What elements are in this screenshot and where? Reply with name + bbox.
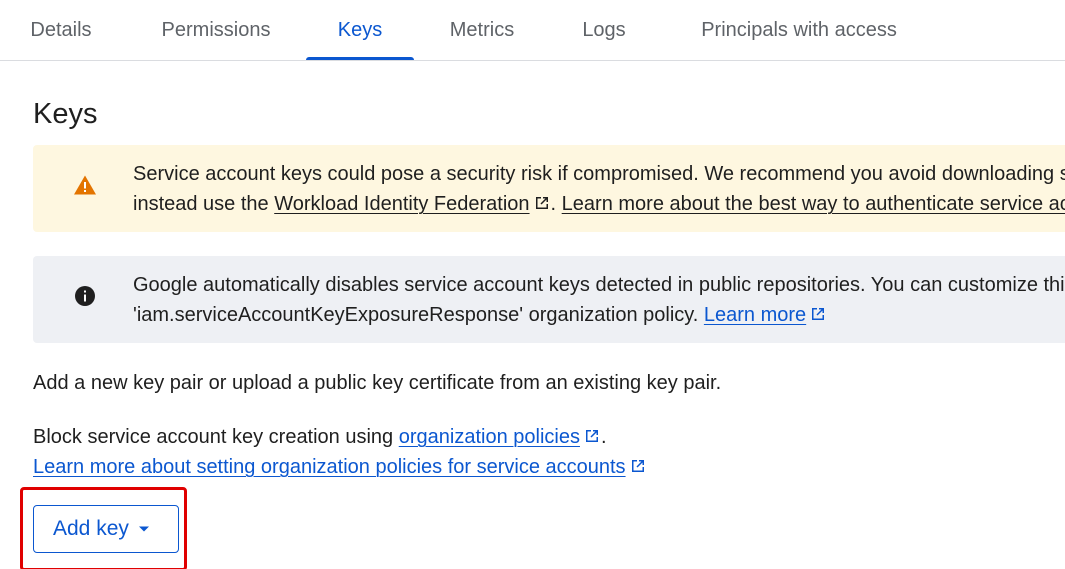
tab-keys[interactable]: Keys (306, 0, 414, 60)
block-text-prefix: Block service account key creation using (33, 426, 399, 448)
info-text: Google automatically disables service ac… (133, 270, 1065, 330)
tab-metrics[interactable]: Metrics (430, 0, 534, 60)
learn-best-way-authenticate-link[interactable]: Learn more about the best way to authent… (562, 193, 1065, 215)
tab-bar: Details Permissions Keys Metrics Logs Pr… (0, 0, 1065, 61)
learn-org-policies-link[interactable]: Learn more about setting organization po… (33, 456, 626, 478)
security-warning-banner: Service account keys could pose a securi… (33, 145, 1065, 232)
warning-line-2-separator: . (550, 193, 562, 215)
external-link-icon (812, 308, 825, 320)
tab-logs[interactable]: Logs (562, 0, 646, 60)
learn-best-way-authenticate-label: Learn more about the best way to authent… (561, 193, 1065, 215)
add-key-label: Add key (53, 517, 129, 540)
info-icon (73, 284, 97, 308)
tab-principals-with-access[interactable]: Principals with access (672, 0, 926, 60)
workload-identity-federation-label: Workload Identity Federation (274, 193, 530, 215)
external-link-icon (631, 460, 644, 472)
block-text-suffix: . (600, 426, 607, 448)
info-line-2: 'iam.serviceAccountKeyExposureResponse' … (133, 300, 1065, 330)
external-link-icon (535, 197, 548, 209)
learn-org-policies-label: Learn more about setting organization po… (33, 456, 626, 478)
organization-policies-link[interactable]: organization policies (399, 426, 580, 448)
learn-more-label: Learn more (703, 304, 807, 326)
service-account-keys-page: Details Permissions Keys Metrics Logs Pr… (0, 0, 1065, 569)
warning-line-1: Service account keys could pose a securi… (133, 163, 1065, 185)
warning-icon (73, 173, 97, 197)
tab-permissions[interactable]: Permissions (140, 0, 292, 60)
learn-more-link[interactable]: Learn more (704, 304, 806, 326)
warning-line-2: instead use the Workload Identity Federa… (133, 189, 1065, 219)
add-key-button[interactable]: Add key (33, 505, 179, 553)
page-title: Keys (33, 98, 98, 130)
tab-details[interactable]: Details (0, 0, 122, 60)
external-link-icon (585, 430, 598, 442)
warning-text: Service account keys could pose a securi… (133, 159, 1065, 219)
warning-line-2-prefix: instead use the (133, 193, 275, 215)
block-key-creation-text: Block service account key creation using… (33, 422, 607, 452)
add-key-pair-description: Add a new key pair or upload a public ke… (33, 372, 722, 394)
info-line-2-prefix: 'iam.serviceAccountKeyExposureResponse' … (133, 304, 704, 326)
learn-org-policies-line: Learn more about setting organization po… (33, 452, 647, 482)
key-exposure-info-banner: Google automatically disables service ac… (33, 256, 1065, 343)
workload-identity-federation-link[interactable]: Workload Identity Federation (274, 193, 529, 215)
organization-policies-label: organization policies (398, 426, 580, 448)
info-line-1: Google automatically disables service ac… (133, 274, 1065, 296)
caret-down-icon (138, 526, 149, 532)
